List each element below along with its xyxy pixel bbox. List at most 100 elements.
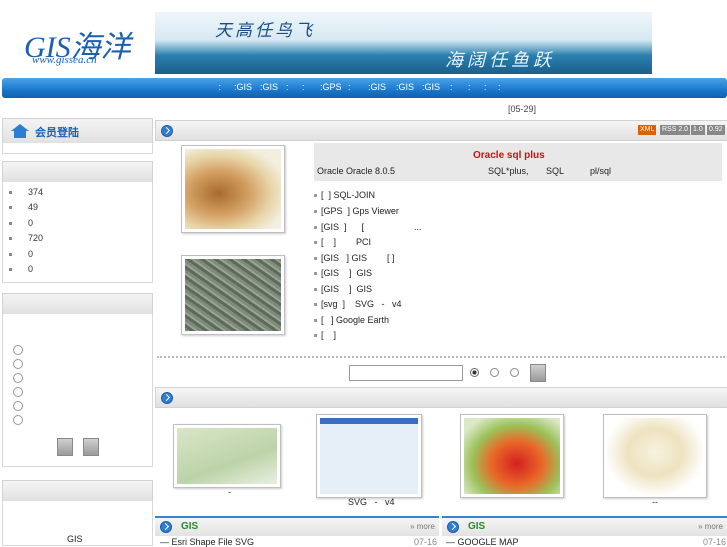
nav-item[interactable]: : [286, 82, 289, 92]
list-item[interactable]: [ ] Google Earth [314, 315, 389, 325]
nav-item[interactable]: : [450, 82, 453, 92]
poll-radio[interactable] [13, 373, 23, 383]
house-icon [11, 124, 29, 131]
tibet-map-image [607, 418, 703, 494]
update-date: [05-29] [508, 104, 537, 114]
poll-radio[interactable] [13, 415, 23, 425]
search-scope-radio[interactable] [470, 368, 479, 377]
article-intro-4: pl/sql [590, 166, 612, 176]
gallery-header [155, 387, 727, 408]
gis-news-header: GIS » more [155, 516, 439, 536]
gallery-thumb[interactable] [460, 414, 564, 498]
poll-header [2, 293, 153, 315]
arrow-circle-icon [160, 521, 172, 533]
satellite-image [185, 259, 281, 331]
more-link[interactable]: » more [410, 522, 435, 531]
article-intro: Oracle Oracle 8.0.5 [317, 166, 396, 176]
nav-item[interactable]: : [468, 82, 471, 92]
banner-calligraphy-left: 天高任鸟飞 [215, 21, 315, 41]
news-date: 07-16 [414, 537, 438, 547]
arrow-circle-icon [161, 125, 173, 137]
news-item[interactable]: — Esri Shape File SVG [160, 537, 254, 547]
search-button[interactable] [530, 364, 546, 382]
stat-row: 374 [9, 187, 43, 197]
article-intro-2: SQL*plus, [488, 166, 529, 176]
list-item[interactable]: [GIS ] [ ... [314, 222, 422, 232]
section-title: GIS [468, 521, 486, 532]
route-map-image [177, 428, 277, 484]
login-body [2, 143, 153, 154]
gallery-caption: SVG - v4 [348, 497, 395, 507]
list-item[interactable]: [ ] SQL-JOIN [314, 190, 375, 200]
nav-item[interactable]: : [498, 82, 501, 92]
stat-row: 0 [9, 264, 33, 274]
search-scope-radio[interactable] [510, 368, 519, 377]
nav-item[interactable]: :GPS [320, 82, 342, 92]
logo-url: www.gissea.cn [32, 54, 97, 66]
list-item[interactable]: [ ] PCI [314, 237, 371, 247]
article-title[interactable]: Oracle sql plus [473, 150, 545, 161]
list-item[interactable]: [GIS ] GIS [ ] [314, 253, 395, 263]
gis-tech-header: GIS » more [442, 516, 727, 536]
poll-radio[interactable] [13, 345, 23, 355]
vote-button[interactable] [57, 438, 73, 456]
nav-item[interactable]: :GIS [368, 82, 386, 92]
list-item[interactable]: [svg ] SVG - v4 [314, 299, 402, 309]
header-banner: 天高任鸟飞 海阔任鱼跃 [155, 12, 652, 74]
arrow-circle-icon [161, 392, 173, 404]
xml-badge[interactable]: XML [638, 125, 657, 135]
gallery-caption: -- [652, 497, 658, 507]
poll-radio[interactable] [13, 387, 23, 397]
stat-row: 0 [9, 249, 33, 259]
featured-thumb[interactable] [181, 145, 285, 233]
more-link[interactable]: » more [698, 522, 723, 531]
divider [157, 356, 725, 358]
svg-viewer-screenshot [320, 418, 418, 494]
site-logo[interactable]: GIS海洋 www.gissea.cn [2, 10, 152, 74]
arrow-circle-icon [447, 521, 459, 533]
gallery-thumb[interactable] [316, 414, 422, 498]
nav-item[interactable]: :GIS [234, 82, 252, 92]
nav-item[interactable]: : [484, 82, 487, 92]
gallery-thumb[interactable] [173, 424, 281, 488]
login-header: 会员登陆 [2, 118, 153, 144]
rss1-badge[interactable]: 1.0 [691, 125, 705, 135]
stat-row: 49 [9, 202, 38, 212]
gallery-caption: - [228, 487, 231, 497]
view-results-button[interactable] [83, 438, 99, 456]
nav-item[interactable]: :GIS [396, 82, 414, 92]
poll-radio[interactable] [13, 401, 23, 411]
list-item[interactable]: [ ] [314, 330, 336, 340]
article-intro-3: SQL [546, 166, 565, 176]
stats-panel: 374 49 0 720 0 0 [2, 182, 153, 283]
links-text: GIS [67, 534, 83, 544]
gallery-thumb[interactable] [603, 414, 707, 498]
main-nav: : :GIS :GIS : : :GPS : :GIS :GIS :GIS : … [2, 78, 727, 98]
search-input[interactable] [349, 365, 463, 381]
nav-item[interactable]: :GIS [422, 82, 440, 92]
list-item[interactable]: [GIS ] GIS [314, 268, 372, 278]
list-item[interactable]: [GPS ] Gps Viewer [314, 206, 399, 216]
stats-header [2, 161, 153, 183]
news-date: 07-16 [703, 537, 727, 547]
article-box: Oracle sql plus Oracle Oracle 8.0.5 SQL*… [314, 143, 722, 181]
login-title: 会员登陆 [35, 127, 79, 139]
rss092-badge[interactable]: 0.92 [707, 125, 725, 135]
nav-item[interactable]: : [302, 82, 305, 92]
nav-item[interactable]: :GIS [260, 82, 278, 92]
poll-panel [2, 314, 153, 467]
nav-item[interactable]: : [348, 82, 351, 92]
stat-row: 0 [9, 218, 33, 228]
news-item[interactable]: — GOOGLE MAP [446, 537, 519, 547]
china-map-image [185, 149, 281, 229]
banner-calligraphy-right: 海阔任鱼跃 [445, 50, 555, 71]
nav-item[interactable]: : [216, 82, 224, 92]
poll-radio[interactable] [13, 359, 23, 369]
list-item[interactable]: [GIS ] GIS [314, 284, 372, 294]
search-scope-radio[interactable] [490, 368, 499, 377]
featured-header: XML RSS 2.0 1.0 0.92 [155, 120, 727, 141]
rss-badge[interactable]: RSS 2.0 [660, 125, 691, 135]
featured-thumb[interactable] [181, 255, 285, 335]
links-header [2, 480, 153, 502]
china-population-map-image [464, 418, 560, 494]
